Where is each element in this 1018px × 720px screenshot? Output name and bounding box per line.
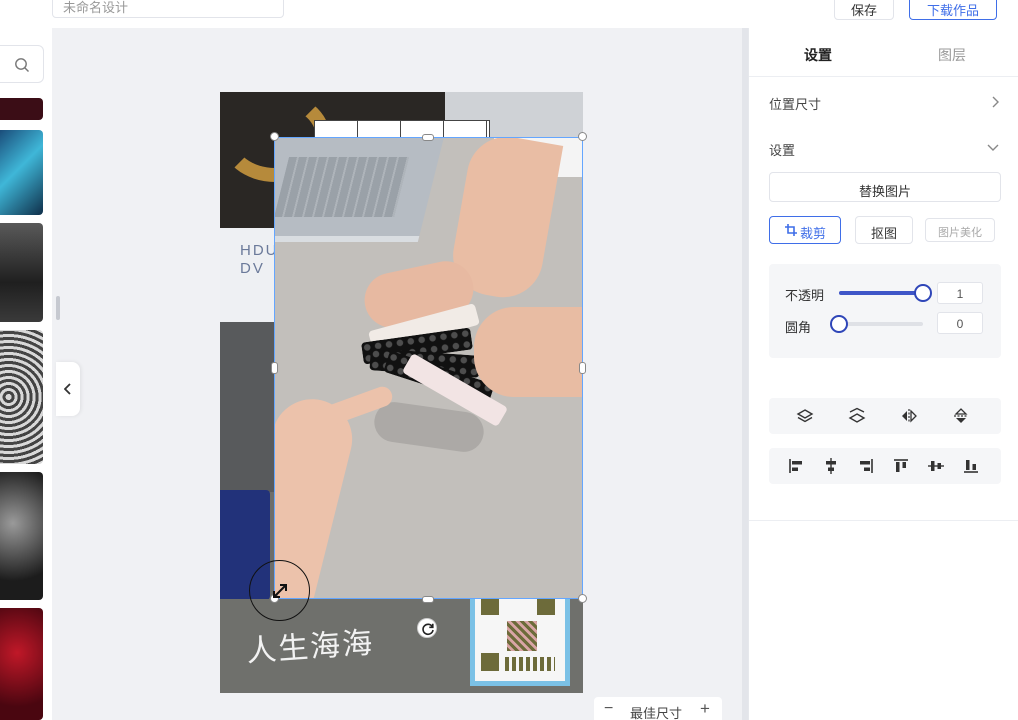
position-size-row[interactable]: 位置尺寸 xyxy=(769,94,999,113)
cutout-button[interactable]: 抠图 xyxy=(855,216,913,244)
download-button[interactable]: 下载作品 xyxy=(909,0,997,20)
chevron-left-icon xyxy=(64,383,71,395)
opacity-label: 不透明 xyxy=(785,288,825,303)
resize-handle-right[interactable] xyxy=(579,362,586,374)
resize-handle-left[interactable] xyxy=(271,362,278,374)
zoom-bar: − 最佳尺寸 + xyxy=(594,697,722,720)
asset-thumbnail[interactable] xyxy=(0,330,43,464)
chevron-right-icon xyxy=(992,96,999,108)
opacity-slider-fill xyxy=(839,291,923,295)
tab-divider xyxy=(749,76,1018,77)
position-size-label: 位置尺寸 xyxy=(769,97,822,112)
flip-horizontal-icon[interactable] xyxy=(900,407,918,425)
align-left-icon[interactable] xyxy=(787,457,805,475)
adjustment-box: 不透明 1 圆角 0 xyxy=(769,264,1001,358)
top-bar: 未命名设计 保存 下载作品 xyxy=(0,0,1018,28)
asset-thumbnail[interactable] xyxy=(0,130,43,215)
selected-image[interactable] xyxy=(274,137,583,599)
crop-icon xyxy=(785,224,797,236)
background-text: 人生海海 xyxy=(245,625,376,670)
replace-image-button[interactable]: 替换图片 xyxy=(769,172,1001,202)
crop-button[interactable]: 裁剪 xyxy=(769,216,841,244)
layer-up-icon[interactable] xyxy=(796,407,814,425)
corner-radius-slider-knob[interactable] xyxy=(830,315,848,333)
qr-code xyxy=(470,586,570,686)
resize-handle-bottom[interactable] xyxy=(422,596,434,603)
photo-content xyxy=(274,137,444,242)
collapse-panel-button[interactable] xyxy=(56,362,80,416)
beautify-button[interactable]: 图片美化 xyxy=(925,218,995,242)
diagonal-resize-icon xyxy=(273,584,287,598)
asset-thumbnail[interactable] xyxy=(0,98,43,120)
chevron-down-icon xyxy=(987,144,999,151)
align-right-icon[interactable] xyxy=(857,457,875,475)
asset-thumbnail[interactable] xyxy=(0,223,43,322)
resize-handle-bottom-right[interactable] xyxy=(578,594,587,603)
rotate-icon xyxy=(422,623,434,636)
background-text: HDU DV xyxy=(240,242,279,277)
asset-strip-scrollbar[interactable] xyxy=(56,296,60,320)
zoom-fit-button[interactable]: 最佳尺寸 xyxy=(630,703,682,720)
align-top-icon[interactable] xyxy=(892,457,910,475)
align-bottom-icon[interactable] xyxy=(962,457,980,475)
search-button[interactable] xyxy=(0,45,44,83)
tab-settings[interactable]: 设置 xyxy=(804,45,832,65)
save-button[interactable]: 保存 xyxy=(834,0,894,20)
panel-divider-line xyxy=(749,520,1018,521)
background-image xyxy=(220,322,280,492)
flip-vertical-icon[interactable] xyxy=(952,407,970,425)
opacity-value-input[interactable]: 1 xyxy=(937,282,983,304)
asset-thumbnail[interactable] xyxy=(0,608,43,720)
corner-radius-value-input[interactable]: 0 xyxy=(937,312,983,334)
resize-handle-top[interactable] xyxy=(422,134,434,141)
zoom-out-button[interactable]: − xyxy=(604,700,613,718)
resize-handle-top-left[interactable] xyxy=(270,132,279,141)
rotate-handle[interactable] xyxy=(417,618,437,638)
settings-section-header[interactable]: 设置 xyxy=(769,140,999,159)
asset-strip xyxy=(0,28,52,720)
document-title-input[interactable]: 未命名设计 xyxy=(52,0,284,18)
opacity-slider[interactable] xyxy=(839,284,932,302)
layer-toolbar xyxy=(769,398,1001,434)
settings-panel: 设置 图层 位置尺寸 设置 替换图片 裁剪 抠图 图片美化 不透明 1 圆角 0 xyxy=(748,28,1018,720)
crop-label: 裁剪 xyxy=(800,226,827,241)
resize-cursor xyxy=(249,560,310,621)
layer-down-icon[interactable] xyxy=(848,407,866,425)
align-middle-v-icon[interactable] xyxy=(927,457,945,475)
opacity-slider-knob[interactable] xyxy=(914,284,932,302)
corner-radius-label: 圆角 xyxy=(785,320,812,335)
search-icon xyxy=(15,58,29,72)
tab-layers[interactable]: 图层 xyxy=(938,45,966,65)
resize-handle-top-right[interactable] xyxy=(578,132,587,141)
asset-thumbnail[interactable] xyxy=(0,472,43,600)
align-center-h-icon[interactable] xyxy=(822,457,840,475)
settings-section-label: 设置 xyxy=(769,143,796,158)
align-toolbar xyxy=(769,448,1001,484)
corner-radius-slider[interactable] xyxy=(830,315,923,333)
zoom-in-button[interactable]: + xyxy=(700,699,710,719)
photo-content xyxy=(474,307,583,397)
